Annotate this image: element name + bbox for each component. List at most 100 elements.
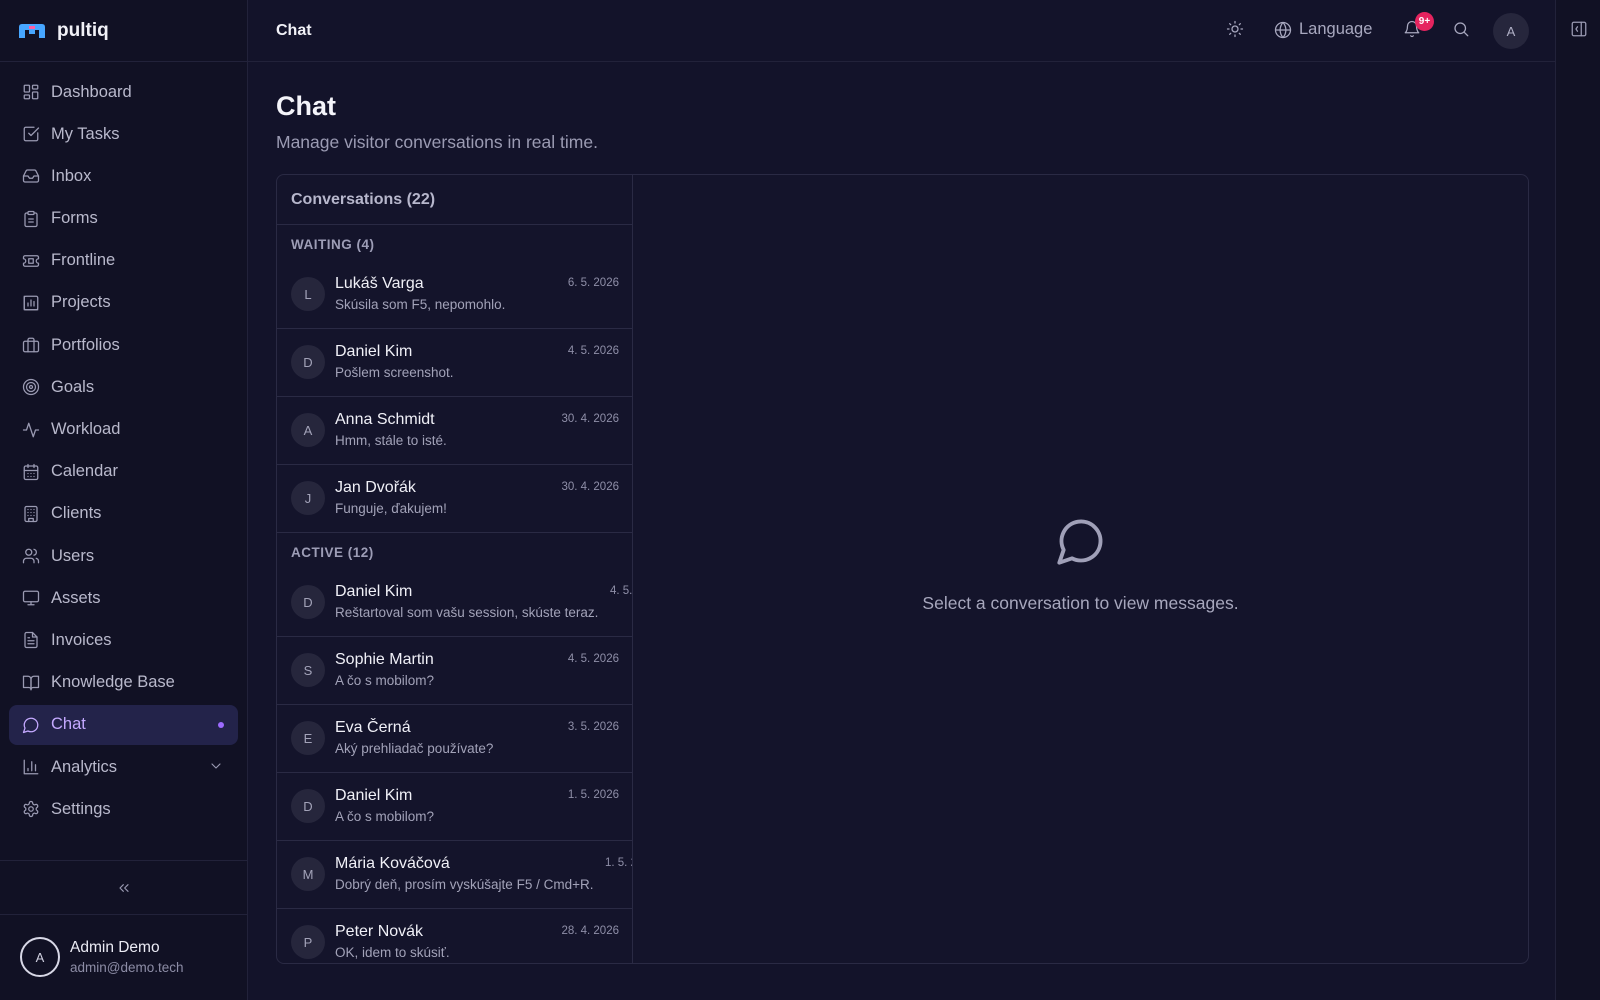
language-label: Language — [1299, 20, 1373, 38]
topbar-title: Chat — [276, 22, 312, 39]
sun-icon — [1226, 20, 1244, 38]
sidebar-item-knowledge-base[interactable]: Knowledge Base — [9, 663, 238, 703]
message-panel-empty-state: Select a conversation to view messages. — [633, 175, 1528, 963]
sidebar-item-goals[interactable]: Goals — [9, 367, 238, 407]
sidebar-item-label: Clients — [51, 504, 102, 523]
conversation-last-message: Funguje, ďakujem! — [335, 501, 447, 516]
notification-badge: 9+ — [1415, 12, 1434, 31]
conversation-last-message: OK, idem to skúsiť. — [335, 945, 450, 960]
briefcase-icon — [22, 336, 40, 354]
sidebar-item-inbox[interactable]: Inbox — [9, 156, 238, 196]
theme-toggle-button[interactable] — [1226, 20, 1244, 38]
sidebar-item-projects[interactable]: Projects — [9, 283, 238, 323]
panel-toggle-icon[interactable] — [1570, 20, 1588, 38]
conversation-name: Peter Novák — [335, 923, 424, 940]
clipboard-icon — [22, 210, 40, 228]
sidebar-item-label: Assets — [51, 588, 101, 607]
calendar-icon — [22, 463, 40, 481]
conversation-avatar: M — [291, 857, 325, 891]
globe-icon — [1274, 21, 1292, 39]
sidebar-item-my-tasks[interactable]: My Tasks — [9, 114, 238, 154]
conversation-item[interactable]: L Lukáš Varga Skúsila som F5, nepomohlo. 6.… — [277, 261, 632, 329]
project-chart-icon — [22, 294, 40, 312]
sidebar-item-dashboard[interactable]: Dashboard — [9, 72, 238, 112]
brand[interactable]: pultiq — [0, 0, 247, 62]
conversation-avatar: J — [291, 481, 325, 515]
sidebar-item-invoices[interactable]: Invoices — [9, 620, 238, 660]
sidebar-item-label: Inbox — [51, 166, 92, 185]
conversation-name: Jan Dvořák — [335, 479, 416, 496]
sidebar: pultiq Dashboard My Tasks Inbox Forms Frontl… — [0, 0, 248, 1000]
conversation-date: 3. 5. 2026 — [567, 721, 619, 733]
conversations-header: Conversations (22) — [277, 175, 632, 225]
sidebar-item-label: Knowledge Base — [51, 673, 175, 692]
page-title: Chat — [276, 91, 336, 121]
right-rail — [1555, 0, 1600, 1000]
conversation-item[interactable]: A Anna Schmidt Hmm, stále to isté. 30. 4. 2… — [277, 397, 632, 465]
sidebar-item-assets[interactable]: Assets — [9, 578, 238, 618]
book-icon — [22, 674, 40, 692]
sidebar-item-label: Portfolios — [51, 335, 120, 354]
conversation-date: 6. 5. 2026 — [567, 277, 619, 289]
conversation-last-message: Skúsila som F5, nepomohlo. — [335, 297, 506, 312]
activity-icon — [22, 421, 40, 439]
conversation-item[interactable]: M Mária Kováčová Dobrý deň, prosím vyskúša… — [277, 841, 632, 909]
sidebar-item-analytics[interactable]: Analytics — [9, 747, 238, 787]
monitor-icon — [22, 589, 40, 607]
sidebar-item-label: Settings — [51, 799, 111, 818]
conversation-avatar: P — [291, 925, 325, 959]
language-button[interactable]: Language — [1274, 20, 1372, 39]
conversation-item[interactable]: P Peter Novák OK, idem to skúsiť. 28. 4. 20… — [277, 909, 632, 963]
conversation-avatar: D — [291, 789, 325, 823]
topbar-avatar[interactable]: A — [1493, 13, 1529, 49]
sidebar-item-label: Analytics — [51, 757, 118, 776]
sidebar-item-calendar[interactable]: Calendar — [9, 452, 238, 492]
user-profile[interactable]: A Admin Demo admin@demo.tech — [20, 937, 184, 977]
conversation-last-message: Hmm, stále to isté. — [335, 433, 447, 448]
conversation-avatar: E — [291, 721, 325, 755]
brand-name: pultiq — [57, 19, 109, 41]
sidebar-item-chat[interactable]: Chat — [9, 704, 238, 745]
sidebar-item-forms[interactable]: Forms — [9, 199, 238, 239]
conversation-item[interactable]: E Eva Černá Aký prehliadač používate? 3. 5.… — [277, 705, 632, 773]
inbox-icon — [22, 167, 40, 185]
user-email: admin@demo.tech — [70, 960, 184, 975]
conversation-date: 28. 4. 2026 — [561, 925, 619, 937]
conversation-item[interactable]: D Daniel Kim Reštartoval som vašu session,… — [277, 569, 632, 637]
active-section-label: ACTIVE (12) — [291, 545, 374, 560]
active-conversations: D Daniel Kim Reštartoval som vašu session,… — [277, 569, 632, 963]
conversation-date: 4. 5. 2026 — [567, 345, 619, 357]
sidebar-collapse-button[interactable] — [0, 860, 247, 915]
sidebar-item-portfolios[interactable]: Portfolios — [9, 325, 238, 365]
conversation-name: Sophie Martin — [335, 651, 434, 668]
user-name: Admin Demo — [70, 939, 160, 956]
ticket-icon — [22, 252, 40, 270]
chevron-down-icon — [208, 758, 224, 774]
conversation-item[interactable]: D Daniel Kim A čo s mobilom? 1. 5. 2026 — [277, 773, 632, 841]
conversation-item[interactable]: J Jan Dvořák Funguje, ďakujem! 30. 4. 2026 — [277, 465, 632, 533]
conversation-avatar: A — [291, 413, 325, 447]
user-avatar: A — [20, 937, 60, 977]
search-button[interactable] — [1452, 20, 1470, 38]
conversation-last-message: A čo s mobilom? — [335, 673, 435, 688]
conversation-item[interactable]: S Sophie Martin A čo s mobilom? 4. 5. 2026 — [277, 637, 632, 705]
chat-bubble-icon — [1055, 515, 1107, 567]
sidebar-item-label: Projects — [51, 293, 111, 312]
sidebar-item-frontline[interactable]: Frontline — [9, 241, 238, 281]
conversation-name: Anna Schmidt — [335, 411, 435, 428]
conversation-item[interactable]: D Daniel Kim Pošlem screenshot. 4. 5. 2026 — [277, 329, 632, 397]
sidebar-item-label: Calendar — [51, 462, 118, 481]
sidebar-item-label: My Tasks — [51, 124, 120, 143]
empty-state-text: Select a conversation to view messages. — [922, 593, 1239, 613]
sidebar-item-users[interactable]: Users — [9, 536, 238, 576]
conversation-name: Daniel Kim — [335, 583, 413, 600]
conversation-date: 30. 4. 2026 — [561, 481, 619, 493]
invoice-icon — [22, 631, 40, 649]
sidebar-item-workload[interactable]: Workload — [9, 410, 238, 450]
sidebar-item-label: Invoices — [51, 630, 112, 649]
notifications-button[interactable]: 9+ — [1403, 12, 1434, 38]
conversation-avatar: S — [291, 653, 325, 687]
conversation-last-message: Dobrý deň, prosím vyskúšajte F5 / Cmd+R. — [335, 877, 594, 892]
sidebar-item-settings[interactable]: Settings — [9, 789, 238, 829]
sidebar-item-clients[interactable]: Clients — [9, 494, 238, 534]
